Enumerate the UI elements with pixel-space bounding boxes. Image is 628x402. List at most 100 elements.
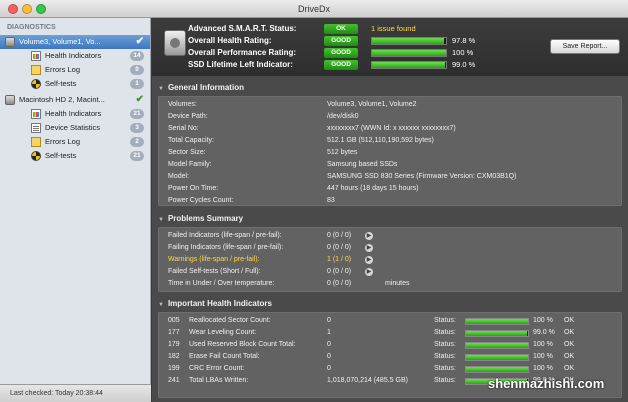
problem-key: Failed Indicators (life-span / pre-fail)…: [168, 232, 282, 239]
problem-key: Time in Under / Over temperature:: [168, 280, 275, 287]
sidebar-item-self-tests[interactable]: Self-tests 21: [0, 149, 150, 163]
minimize-window-button[interactable]: [22, 4, 32, 14]
info-row: Total Capacity: 512.1 GB (512,110,190,592…: [159, 135, 621, 147]
indicator-percent: 100 %: [533, 365, 553, 372]
go-arrow-icon[interactable]: ▶: [365, 256, 373, 264]
info-row: Device Path: /dev/disk0: [159, 111, 621, 123]
problems-section-header[interactable]: ▼ Problems Summary: [158, 213, 243, 226]
indicator-status-fill: [466, 355, 528, 360]
sidebar-disk-label: Volume3, Volume1, Vo...: [19, 37, 101, 46]
watermark: shenmazhishi.com: [488, 376, 605, 391]
count-badge: 14: [130, 51, 144, 61]
save-report-button[interactable]: Save Report...: [550, 39, 620, 54]
zoom-window-button[interactable]: [36, 4, 46, 14]
go-arrow-icon[interactable]: ▶: [365, 244, 373, 252]
sidebar-item-label: Errors Log: [45, 65, 81, 74]
log-icon: [31, 137, 41, 147]
sidebar-item-label: Device Statistics: [45, 123, 101, 132]
info-row: Serial No: xxxxxxxx7 (WWN Id: x xxxxxx xx…: [159, 123, 621, 135]
problem-row: Warnings (life-span / pre-fail): 1 (1 / 0…: [159, 254, 621, 266]
info-key: Total Capacity:: [168, 137, 214, 144]
indicator-name: CRC Error Count:: [189, 365, 245, 372]
indicator-status-bar: [465, 318, 529, 325]
sidebar-item-health-indicators[interactable]: Health Indicators 14: [0, 49, 150, 63]
sidebar-item-device-statistics[interactable]: Device Statistics 3: [0, 121, 150, 135]
section-title: General Information: [167, 83, 244, 92]
window-title: DriveDx: [297, 4, 330, 14]
indicator-status-fill: [466, 319, 528, 324]
indicator-value: 0: [327, 317, 331, 324]
info-value: 512 bytes: [327, 149, 358, 156]
sidebar-item-errors-log[interactable]: Errors Log 2: [0, 135, 150, 149]
indicator-id: 182: [168, 353, 180, 360]
problem-row: Failed Indicators (life-span / pre-fail)…: [159, 230, 621, 242]
title-bar: DriveDx: [0, 0, 628, 18]
disclosure-triangle-icon[interactable]: ▼: [158, 302, 164, 308]
problem-value: 0 (0 / 0): [327, 268, 352, 275]
problem-key: Warnings (life-span / pre-fail):: [168, 256, 260, 263]
health-rating-bar: [371, 37, 447, 45]
sidebar-item-health-indicators[interactable]: Health Indicators 21: [0, 107, 150, 121]
indicator-status-bar: [465, 330, 529, 337]
go-arrow-icon[interactable]: ▶: [365, 268, 373, 276]
performance-rating-fill: [372, 50, 446, 56]
indicator-value: 0: [327, 353, 331, 360]
close-window-button[interactable]: [8, 4, 18, 14]
stats-icon: [31, 123, 41, 133]
health-indicators-section-header[interactable]: ▼ Important Health Indicators: [158, 298, 272, 311]
sidebar: DIAGNOSTICS Volume3, Volume1, Vo... ✔ He…: [0, 18, 151, 402]
info-row: Model: SAMSUNG SSD 830 Series (Firmware V…: [159, 171, 621, 183]
sidebar-item-label: Health Indicators: [45, 109, 102, 118]
status-label: Status:: [434, 365, 456, 372]
ssd-lifetime-bar: [371, 61, 447, 69]
health-indicator-row: 005 Reallocated Sector Count: 0 Status: 100 …: [159, 315, 621, 327]
info-key: Power Cycles Count:: [168, 197, 234, 204]
indicator-ok: OK: [564, 317, 575, 324]
sidebar-item-label: Self-tests: [45, 79, 77, 88]
indicator-value: 1: [327, 329, 331, 336]
sidebar-disk-macintosh-hd2[interactable]: Macintosh HD 2, Macint... ✔: [0, 93, 150, 107]
indicator-status-fill: [466, 331, 528, 336]
problem-row: Failed Self-tests (Short / Full): 0 (0 / …: [159, 266, 621, 278]
info-value: /dev/disk0: [327, 113, 359, 120]
checkmark-icon: ✔: [135, 94, 144, 105]
checkmark-icon: ✔: [135, 36, 144, 47]
info-value: 512.1 GB (512,110,190,592 bytes): [327, 137, 434, 144]
info-value: 83: [327, 197, 335, 204]
log-icon: [31, 65, 41, 75]
indicator-ok: OK: [564, 365, 575, 372]
disclosure-triangle-icon[interactable]: ▼: [158, 217, 164, 223]
problem-value: 1 (1 / 0): [327, 256, 352, 263]
count-badge: 2: [130, 137, 144, 147]
problem-unit: minutes: [385, 280, 410, 287]
count-badge: 21: [130, 151, 144, 161]
selftest-icon: [31, 79, 41, 89]
go-arrow-icon[interactable]: ▶: [365, 232, 373, 240]
indicator-ok: OK: [564, 341, 575, 348]
indicator-percent: 100 %: [533, 341, 553, 348]
indicator-id: 241: [168, 377, 180, 384]
indicator-value: 0: [327, 341, 331, 348]
ssd-lifetime-badge: GOOD: [324, 60, 358, 70]
sidebar-item-self-tests[interactable]: Self-tests 1: [0, 77, 150, 91]
sidebar-heading: DIAGNOSTICS: [7, 24, 56, 31]
info-key: Volumes:: [168, 101, 197, 108]
disk-icon: [5, 37, 15, 47]
indicator-id: 179: [168, 341, 180, 348]
info-value: Volume3, Volume1, Volume2: [327, 101, 417, 108]
general-info-section-header[interactable]: ▼ General Information: [158, 82, 244, 95]
count-badge: 1: [130, 79, 144, 89]
info-key: Model Family:: [168, 161, 212, 168]
disclosure-triangle-icon[interactable]: ▼: [158, 86, 164, 92]
info-value: 447 hours (18 days 15 hours): [327, 185, 419, 192]
info-value: Samsung based SSDs: [327, 161, 398, 168]
performance-rating-bar: [371, 49, 447, 57]
indicator-percent: 100 %: [533, 353, 553, 360]
info-key: Power On Time:: [168, 185, 219, 192]
sidebar-disk-volume3[interactable]: Volume3, Volume1, Vo... ✔: [0, 35, 150, 49]
sidebar-item-errors-log[interactable]: Errors Log 0: [0, 63, 150, 77]
status-label: Status:: [434, 317, 456, 324]
smart-status-badge: OK: [324, 24, 358, 34]
problem-value: 0 (0 / 0): [327, 232, 352, 239]
performance-rating-badge: GOOD: [324, 48, 358, 58]
